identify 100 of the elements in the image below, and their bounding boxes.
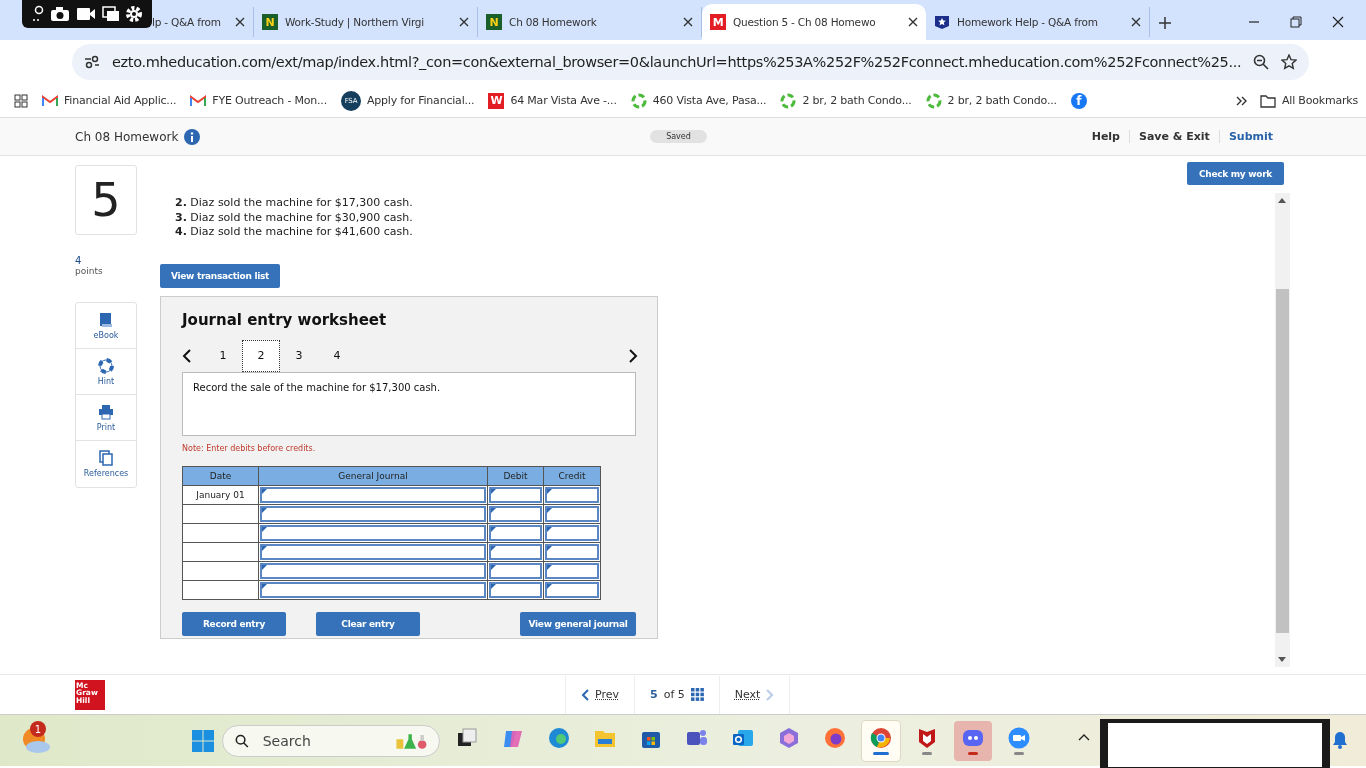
header-link[interactable]: Submit [1218, 130, 1282, 143]
start-icon[interactable] [192, 729, 214, 752]
tool-button[interactable]: References [76, 441, 136, 487]
windows-icon[interactable] [101, 6, 120, 22]
triangle-icon [262, 583, 267, 589]
browser-tab[interactable]: N Work-Study | Northern Virgi [254, 7, 478, 37]
scroll-down-icon[interactable] [1278, 657, 1286, 662]
zoom-out-icon[interactable] [1253, 54, 1270, 70]
header-link[interactable]: Save & Exit [1129, 130, 1219, 143]
entry-field[interactable] [545, 524, 599, 541]
entry-field[interactable] [260, 486, 486, 503]
search-field[interactable]: Search [260, 731, 381, 750]
tool-button[interactable]: eBook [76, 303, 136, 349]
question-item: 2. Diaz sold the machine for $17,300 cash. [175, 196, 414, 211]
apps-grid-icon[interactable] [14, 93, 28, 108]
bookmark-label: 64 Mar Vista Ave -... [510, 94, 617, 107]
bookmark[interactable]: 460 Vista Ave, Pasa... [630, 92, 767, 109]
entry-field[interactable] [545, 505, 599, 522]
bookmark[interactable]: FYE Outreach - Mon... [190, 94, 327, 107]
entry-field[interactable] [260, 581, 486, 598]
tab-title: Work-Study | Northern Virgi [285, 16, 426, 28]
edge-icon [548, 726, 570, 749]
browser-tab[interactable]: Homework Help - Q&A from [926, 7, 1150, 37]
star-icon[interactable] [1281, 54, 1298, 70]
entry-field[interactable] [489, 562, 542, 579]
firefox-icon [824, 726, 846, 749]
entry-field[interactable] [545, 486, 599, 503]
step-tab[interactable]: 1 [204, 339, 242, 372]
restore-icon[interactable] [1290, 16, 1302, 28]
bookmark[interactable]: 2 br, 2 bath Condo... [780, 92, 912, 109]
all-bookmarks[interactable]: All Bookmarks [1260, 93, 1358, 108]
column-header: Debit [487, 466, 544, 485]
chevrons-icon[interactable] [1236, 95, 1248, 106]
folder-icon [1260, 93, 1276, 108]
current-question: 5 [650, 688, 658, 701]
triangle-icon [547, 526, 552, 532]
camera-icon[interactable] [50, 6, 71, 22]
close-icon[interactable] [1131, 17, 1141, 27]
plus-icon[interactable] [1158, 16, 1172, 30]
close-icon[interactable] [1332, 16, 1344, 28]
browser-tab[interactable]: N Ch 08 Homework [478, 7, 702, 37]
scroll-up-icon[interactable] [1278, 198, 1286, 203]
zoom-icon [1008, 726, 1030, 749]
info-icon[interactable] [184, 128, 201, 145]
search-icon [235, 732, 249, 749]
worksheet-button[interactable]: View general journal [520, 611, 636, 636]
taskview-icon [456, 726, 478, 749]
caret-up-icon[interactable] [1078, 733, 1090, 741]
favicon: W [488, 92, 505, 109]
assignment-title: Ch 08 Homework [75, 129, 179, 144]
bookmark[interactable]: W 64 Mar Vista Ave -... [488, 92, 617, 109]
worksheet-button[interactable]: Record entry [182, 611, 286, 636]
entry-field[interactable] [489, 581, 542, 598]
scrollbar-thumb[interactable] [1276, 289, 1289, 633]
address-bar[interactable]: ezto.mheducation.com/ext/map/index.html?_con=con&external_browser=0&launchUrl=https%253A%252F%252Fconnect.mheducation.com%252Fconnect%25... [72, 44, 1310, 80]
chevron-left-icon[interactable] [182, 348, 192, 363]
next-link[interactable]: Next [734, 688, 761, 701]
entry-field[interactable] [545, 562, 599, 579]
tool-button[interactable]: Hint [76, 349, 136, 395]
bell-icon[interactable] [1332, 731, 1348, 749]
close-icon[interactable] [908, 17, 918, 27]
step-tab[interactable]: 3 [280, 339, 318, 372]
entry-field[interactable] [260, 524, 486, 541]
scrollbar[interactable] [1275, 193, 1290, 667]
entry-field[interactable] [489, 524, 542, 541]
close-icon[interactable] [683, 17, 693, 27]
entry-field[interactable] [489, 505, 542, 522]
worksheet-button[interactable]: Clear entry [316, 611, 420, 636]
prev-link[interactable]: Prev [595, 688, 619, 701]
step-tab[interactable]: 2 [242, 339, 280, 372]
search-bar[interactable]: Search [222, 724, 440, 757]
tab-title: Question 5 - Ch 08 Homewo [733, 16, 877, 28]
close-icon[interactable] [235, 17, 245, 27]
chevron-right-icon[interactable] [628, 348, 638, 363]
tool-button[interactable]: Print [76, 395, 136, 441]
bookmark-label: 2 br, 2 bath Condo... [802, 94, 912, 107]
grid-icon[interactable] [690, 688, 704, 701]
settings-icon[interactable] [125, 5, 144, 23]
entry-field[interactable] [545, 581, 599, 598]
tab-title: Ch 08 Homework [509, 16, 598, 28]
view-transaction-list-button[interactable]: View transaction list [160, 263, 280, 288]
lifebuoy-icon [98, 357, 114, 374]
entry-field[interactable] [260, 505, 486, 522]
video-camera-icon[interactable] [76, 7, 96, 21]
entry-field[interactable] [545, 543, 599, 560]
shield-icon [934, 14, 950, 30]
bookmark-label: All Bookmarks [1282, 94, 1358, 107]
close-icon[interactable] [459, 17, 469, 27]
bookmark[interactable]: Financial Aid Applic... [42, 94, 177, 107]
bookmark[interactable]: f [1070, 92, 1087, 109]
entry-field[interactable] [260, 562, 486, 579]
site-settings-icon[interactable] [84, 55, 100, 69]
step-tab[interactable]: 4 [318, 339, 356, 372]
entry-field[interactable] [260, 543, 486, 560]
browser-tab[interactable]: M Question 5 - Ch 08 Homewo [702, 4, 926, 40]
header-link[interactable]: Help [1082, 130, 1129, 143]
bookmark[interactable]: 2 br, 2 bath Condo... [925, 92, 1057, 109]
entry-field[interactable] [489, 486, 542, 503]
check-my-work-button[interactable]: Check my work [1187, 162, 1284, 185]
entry-field[interactable] [489, 543, 542, 560]
